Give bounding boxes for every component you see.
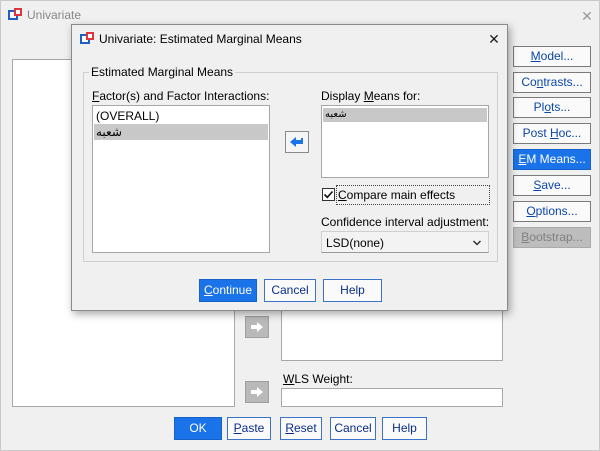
wls-weight-field[interactable] bbox=[281, 388, 503, 407]
factors-list[interactable]: (OVERALL) شعبه bbox=[92, 105, 270, 253]
reset-button[interactable]: Reset bbox=[280, 417, 322, 440]
factors-label: Factor(s) and Factor Interactions: bbox=[92, 89, 270, 103]
move-to-display-arrow-button[interactable] bbox=[285, 131, 309, 153]
ok-button[interactable]: OK bbox=[174, 417, 222, 440]
dialog-help-button[interactable]: Help bbox=[323, 279, 382, 302]
groupbox-title: Estimated Marginal Means bbox=[89, 65, 236, 79]
ci-adjustment-select[interactable]: LSD(none) bbox=[321, 231, 489, 253]
continue-button[interactable]: Continue bbox=[199, 279, 257, 302]
spss-app-icon bbox=[8, 8, 22, 20]
check-icon bbox=[323, 190, 334, 199]
spss-app-icon bbox=[80, 32, 94, 44]
close-icon[interactable]: ✕ bbox=[486, 31, 502, 47]
post-hoc-button[interactable]: Post Hoc... bbox=[513, 123, 591, 144]
model-button[interactable]: Model... bbox=[513, 46, 591, 67]
ci-adjustment-value: LSD(none) bbox=[326, 236, 385, 250]
dialog-cancel-button[interactable]: Cancel bbox=[264, 279, 316, 302]
list-item[interactable]: شعبه bbox=[94, 124, 268, 140]
wls-weight-label: WLS Weight: bbox=[283, 372, 353, 386]
display-means-list[interactable]: شعبه bbox=[321, 105, 489, 178]
em-means-dialog: Univariate: Estimated Marginal Means ✕ E… bbox=[71, 24, 508, 311]
move-covariate-arrow-button[interactable] bbox=[245, 316, 269, 338]
save-button[interactable]: Save... bbox=[513, 175, 591, 196]
paste-button[interactable]: Paste bbox=[227, 417, 271, 440]
compare-main-effects-label[interactable]: Compare main effects bbox=[336, 185, 490, 205]
contrasts-button[interactable]: Contrasts... bbox=[513, 72, 591, 93]
bootstrap-button[interactable]: Bootstrap... bbox=[513, 227, 591, 248]
plots-button[interactable]: Plots... bbox=[513, 97, 591, 118]
chevron-down-icon bbox=[472, 240, 482, 246]
arrow-left-icon bbox=[290, 137, 303, 147]
arrow-right-icon bbox=[251, 387, 263, 397]
help-button[interactable]: Help bbox=[382, 417, 427, 440]
ci-adjustment-label: Confidence interval adjustment: bbox=[321, 215, 490, 229]
close-icon[interactable]: ✕ bbox=[579, 8, 595, 24]
move-wls-arrow-button[interactable] bbox=[245, 381, 269, 403]
compare-main-effects-checkbox[interactable] bbox=[322, 188, 335, 201]
arrow-right-icon bbox=[251, 322, 263, 332]
options-button[interactable]: Options... bbox=[513, 201, 591, 222]
display-means-label: Display Means for: bbox=[321, 89, 421, 103]
dialog-title: Univariate: Estimated Marginal Means bbox=[99, 32, 302, 46]
window-title: Univariate bbox=[27, 8, 82, 22]
list-item[interactable]: شعبه bbox=[323, 108, 487, 122]
list-item[interactable]: (OVERALL) bbox=[94, 108, 268, 124]
cancel-button[interactable]: Cancel bbox=[330, 417, 376, 440]
em-means-button[interactable]: EM Means... bbox=[513, 149, 591, 170]
